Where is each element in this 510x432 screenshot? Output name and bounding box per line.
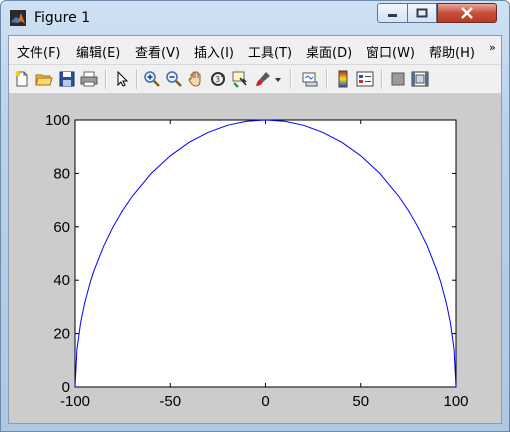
maximize-icon [416,8,428,18]
link-plot-icon[interactable] [301,70,319,88]
hide-plot-tools-icon[interactable] [389,70,407,88]
x-tick-label: 50 [352,393,369,410]
menu-file[interactable]: 文件(F) [17,42,61,61]
toolbar-separator [136,69,138,89]
y-tick-label: 20 [53,326,70,343]
zoom-out-icon[interactable] [165,70,183,88]
data-cursor-icon[interactable] [231,70,249,88]
axes-background [74,119,457,388]
pan-hand-icon[interactable] [187,70,205,88]
save-icon[interactable] [58,70,76,88]
pointer-icon[interactable] [113,70,131,88]
maximize-button[interactable] [407,3,437,23]
menu-tools[interactable]: 工具(T) [248,42,292,61]
menu-insert[interactable]: 插入(I) [194,42,234,61]
menu-view[interactable]: 查看(V) [135,42,180,61]
window-title: Figure 1 [34,10,91,26]
x-tick-label: -50 [159,393,181,410]
y-tick-label: 80 [53,165,70,182]
y-tick-label: 0 [62,379,70,396]
menu-help[interactable]: 帮助(H) [429,42,475,61]
zoom-in-icon[interactable] [143,70,161,88]
menu-window[interactable]: 窗口(W) [366,42,415,61]
legend-icon[interactable] [356,70,374,88]
print-icon[interactable] [80,70,98,88]
figure-toolbar: 3 [9,65,501,94]
colorbar-icon[interactable] [334,70,352,88]
open-file-icon[interactable] [35,70,53,88]
minimize-button[interactable] [377,3,407,23]
menu-edit[interactable]: 编辑(E) [76,42,120,61]
menu-overflow-chevron-icon[interactable]: » [489,41,496,54]
matlab-logo-icon [10,10,26,26]
line-plot: -100 -50 0 50 100 020406080100 [45,112,469,410]
y-tick-label: 40 [53,272,70,289]
minimize-icon [387,14,397,17]
menu-bar: 文件(F) 编辑(E) 查看(V) 插入(I) 工具(T) 桌面(D) 窗口(W… [9,36,501,65]
toolbar-separator [290,69,292,89]
menu-desktop[interactable]: 桌面(D) [306,42,352,61]
figure-canvas[interactable]: -100 -50 0 50 100 0 20 40 60 80 100 [9,94,501,423]
y-tick-label: 60 [53,219,70,236]
brush-icon[interactable] [254,70,272,88]
svg-text:3: 3 [215,75,220,84]
new-figure-icon[interactable] [13,70,31,88]
toolbar-separator [381,69,383,89]
title-bar[interactable]: Figure 1 [1,1,509,35]
toolbar-separator [105,69,107,89]
figure-client-area: 文件(F) 编辑(E) 查看(V) 插入(I) 工具(T) 桌面(D) 窗口(W… [8,35,502,424]
x-tick-label: 0 [261,393,269,410]
close-icon [461,7,473,19]
figure-window: Figure 1 文件(F) 编辑(E) 查看(V) 插入(I) 工具(T) 桌… [0,0,510,432]
close-button[interactable] [437,3,497,23]
rotate-3d-icon[interactable]: 3 [209,70,227,88]
y-tick-label: 100 [45,112,70,129]
brush-dropdown-icon[interactable] [273,70,283,88]
show-plot-tools-icon[interactable] [411,70,429,88]
x-tick-label: 100 [443,393,468,410]
toolbar-separator [326,69,328,89]
